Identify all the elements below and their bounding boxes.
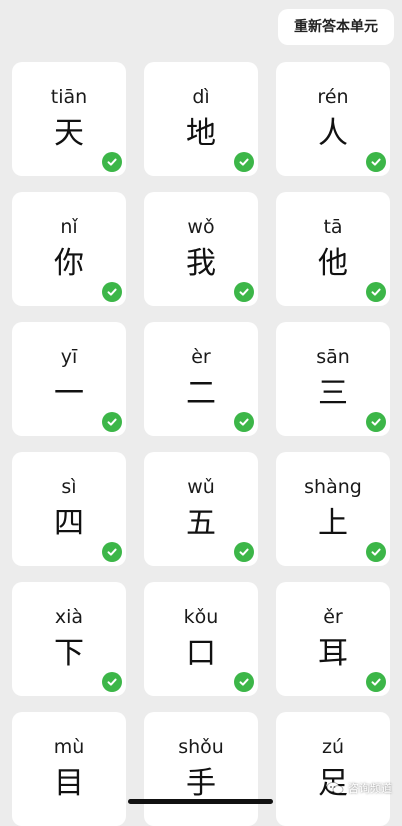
reanswer-unit-button[interactable]: 重新答本单元 [278,9,394,45]
pinyin-label: sì [61,476,77,498]
pinyin-label: nǐ [60,216,78,238]
hanzi-character: 一 [54,376,84,411]
character-card[interactable]: tiān 天 [12,62,126,176]
character-card[interactable]: tā 他 [276,192,390,306]
hanzi-character: 下 [54,636,84,671]
check-icon [366,152,386,172]
character-card[interactable]: sì 四 [12,452,126,566]
pinyin-label: dì [192,86,210,108]
pinyin-label: tā [323,216,343,238]
hanzi-character: 二 [186,376,216,411]
pinyin-label: rén [317,86,349,108]
character-card[interactable]: zú 足 [276,712,390,826]
check-icon [366,542,386,562]
pinyin-label: shàng [304,476,362,498]
hanzi-character: 口 [186,636,216,671]
check-icon [102,672,122,692]
pinyin-label: kǒu [183,606,219,628]
pinyin-label: tiān [50,86,88,108]
pinyin-label: wǒ [187,216,215,238]
pinyin-label: yī [60,346,78,368]
character-card[interactable]: shàng 上 [276,452,390,566]
character-grid: tiān 天 dì 地 rén 人 nǐ 你 wǒ 我 tā 他 yī 一 èr… [12,62,390,826]
check-icon [102,282,122,302]
pinyin-label: sān [316,346,350,368]
hanzi-character: 你 [54,246,84,281]
check-icon [234,282,254,302]
character-card[interactable]: sān 三 [276,322,390,436]
hanzi-character: 五 [186,506,216,541]
pinyin-label: shǒu [178,736,224,758]
check-icon [102,542,122,562]
pinyin-label: wǔ [187,476,215,498]
hanzi-character: 目 [54,766,84,801]
character-card[interactable]: ěr 耳 [276,582,390,696]
check-icon [102,152,122,172]
hanzi-character: 上 [318,506,348,541]
hanzi-character: 地 [186,116,216,151]
hanzi-character: 我 [186,246,216,281]
watermark: 咨询频道 [326,780,392,796]
character-card[interactable]: nǐ 你 [12,192,126,306]
character-card[interactable]: rén 人 [276,62,390,176]
pinyin-label: ěr [323,606,343,628]
character-card[interactable]: wǔ 五 [144,452,258,566]
character-card[interactable]: wǒ 我 [144,192,258,306]
pinyin-label: zú [321,736,344,758]
character-card[interactable]: xià 下 [12,582,126,696]
top-bar: 重新答本单元 [0,0,402,50]
pinyin-label: èr [191,346,211,368]
check-icon [234,672,254,692]
character-card[interactable]: kǒu 口 [144,582,258,696]
check-icon [366,672,386,692]
character-card[interactable]: mù 目 [12,712,126,826]
hanzi-character: 四 [54,506,84,541]
check-icon [234,412,254,432]
character-card[interactable]: dì 地 [144,62,258,176]
hanzi-character: 手 [186,766,216,801]
hanzi-character: 人 [318,116,348,151]
check-icon [234,152,254,172]
hanzi-character: 三 [318,376,348,411]
check-icon [366,412,386,432]
watermark-text: 咨询频道 [348,782,392,795]
hanzi-character: 耳 [318,636,348,671]
check-icon [366,282,386,302]
character-card[interactable]: yī 一 [12,322,126,436]
hanzi-character: 天 [54,116,84,151]
check-icon [102,412,122,432]
check-icon [234,542,254,562]
hanzi-character: 他 [318,246,348,281]
home-indicator [128,799,273,804]
character-card[interactable]: èr 二 [144,322,258,436]
pinyin-label: mù [53,736,85,758]
character-card[interactable]: shǒu 手 [144,712,258,826]
chat-bubble-icon [326,781,344,795]
pinyin-label: xià [54,606,84,628]
